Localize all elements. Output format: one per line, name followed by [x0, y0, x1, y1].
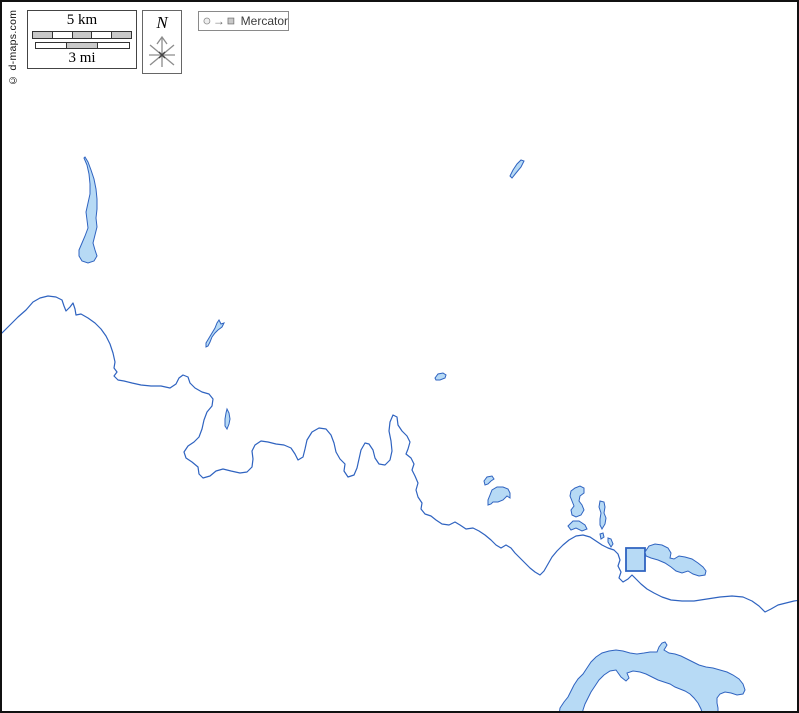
lake-small-oval	[435, 373, 446, 380]
projection-legend-box: → Mercator	[198, 11, 289, 31]
scale-km-bar	[32, 31, 132, 39]
lake-dot-a	[600, 533, 604, 539]
copyright-attribution: © d-maps.com	[7, 8, 19, 86]
scale-mi-bar	[35, 42, 130, 49]
lake-north-sliver	[510, 160, 524, 178]
map-canvas	[2, 2, 799, 713]
scale-segment	[36, 43, 67, 48]
lake-pair-small	[484, 476, 494, 485]
scale-segment	[33, 32, 53, 38]
scale-segment	[73, 32, 93, 38]
arrow-right-icon: →	[213, 15, 225, 27]
lake-east-of-square	[645, 544, 706, 576]
compass-north-label: N	[143, 14, 181, 31]
compass-star-icon	[143, 31, 181, 71]
scale-segment	[112, 32, 131, 38]
scale-mi-label: 3 mi	[28, 50, 136, 67]
projection-label: Mercator	[241, 14, 288, 28]
scale-segment	[53, 32, 73, 38]
lake-west-sliver	[206, 320, 224, 347]
lake-mid-sliver	[225, 409, 230, 429]
square-icon	[227, 15, 235, 27]
lake-pair-large	[488, 487, 510, 505]
scale-segment	[92, 32, 112, 38]
circle-icon	[203, 15, 211, 27]
lake-south-arc	[559, 642, 745, 713]
map-page: © d-maps.com 5 km 3 mi N →	[0, 0, 799, 713]
reservoir-square	[626, 548, 645, 571]
scale-bar-box: 5 km 3 mi	[27, 10, 137, 69]
scale-segment	[67, 43, 98, 48]
lake-cluster-vertical	[599, 501, 606, 529]
scale-km-label: 5 km	[28, 12, 136, 29]
compass-box: N	[142, 10, 182, 74]
lake-cluster-scurl	[570, 486, 584, 517]
lake-dot-b	[608, 538, 613, 547]
lake-northwest-elongated	[79, 157, 97, 263]
lake-cluster-sliver	[568, 521, 587, 531]
scale-segment	[98, 43, 128, 48]
